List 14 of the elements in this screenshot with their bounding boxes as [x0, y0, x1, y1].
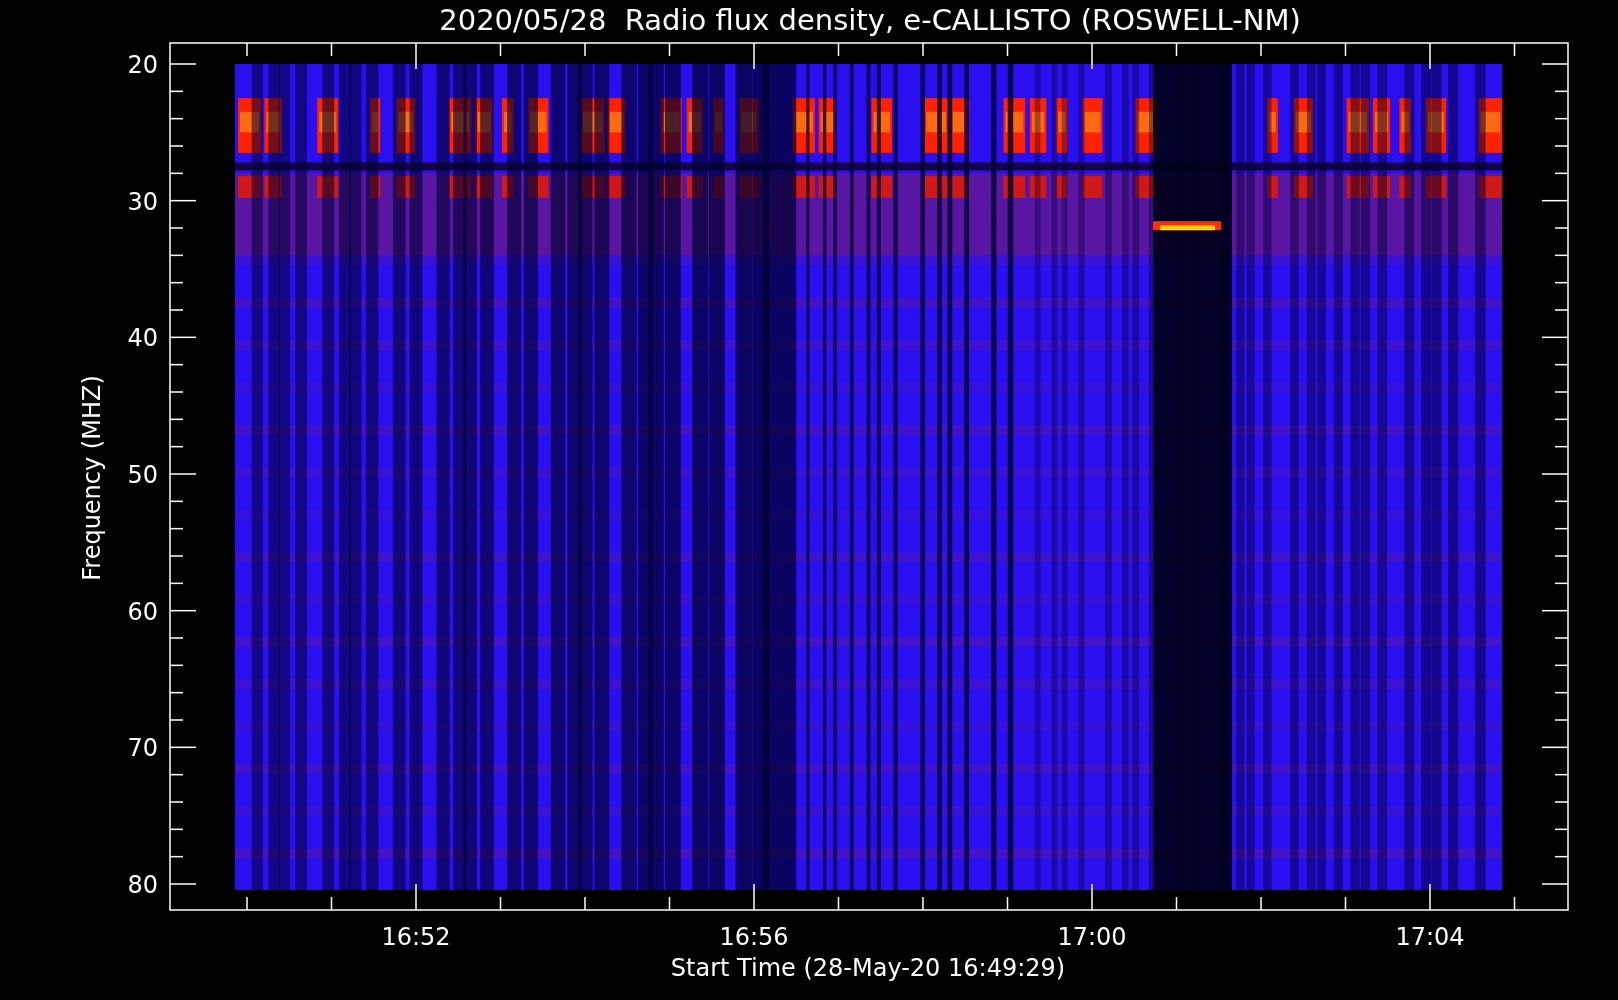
y-tick-label: 20	[127, 51, 158, 79]
x-tick-label: 16:56	[719, 923, 789, 951]
y-tick-label: 60	[127, 597, 158, 626]
y-tick-label: 70	[127, 734, 158, 763]
x-axis-label: Start Time (28-May-20 16:49:29)	[670, 954, 1066, 982]
x-tick-label: 17:04	[1395, 923, 1465, 951]
y-axis-label: Frequency (MHZ)	[78, 375, 106, 581]
x-tick-label: 16:52	[381, 923, 451, 951]
y-tick-label: 50	[127, 461, 158, 489]
plot-title: 2020/05/28 Radio flux density, e-CALLISTO (ROSWELL-NM)	[439, 3, 1301, 37]
y-tick-label: 40	[127, 324, 158, 353]
y-tick-label: 80	[127, 871, 158, 899]
y-tick-label: 30	[127, 187, 158, 216]
x-tick-label: 17:00	[1057, 923, 1127, 951]
